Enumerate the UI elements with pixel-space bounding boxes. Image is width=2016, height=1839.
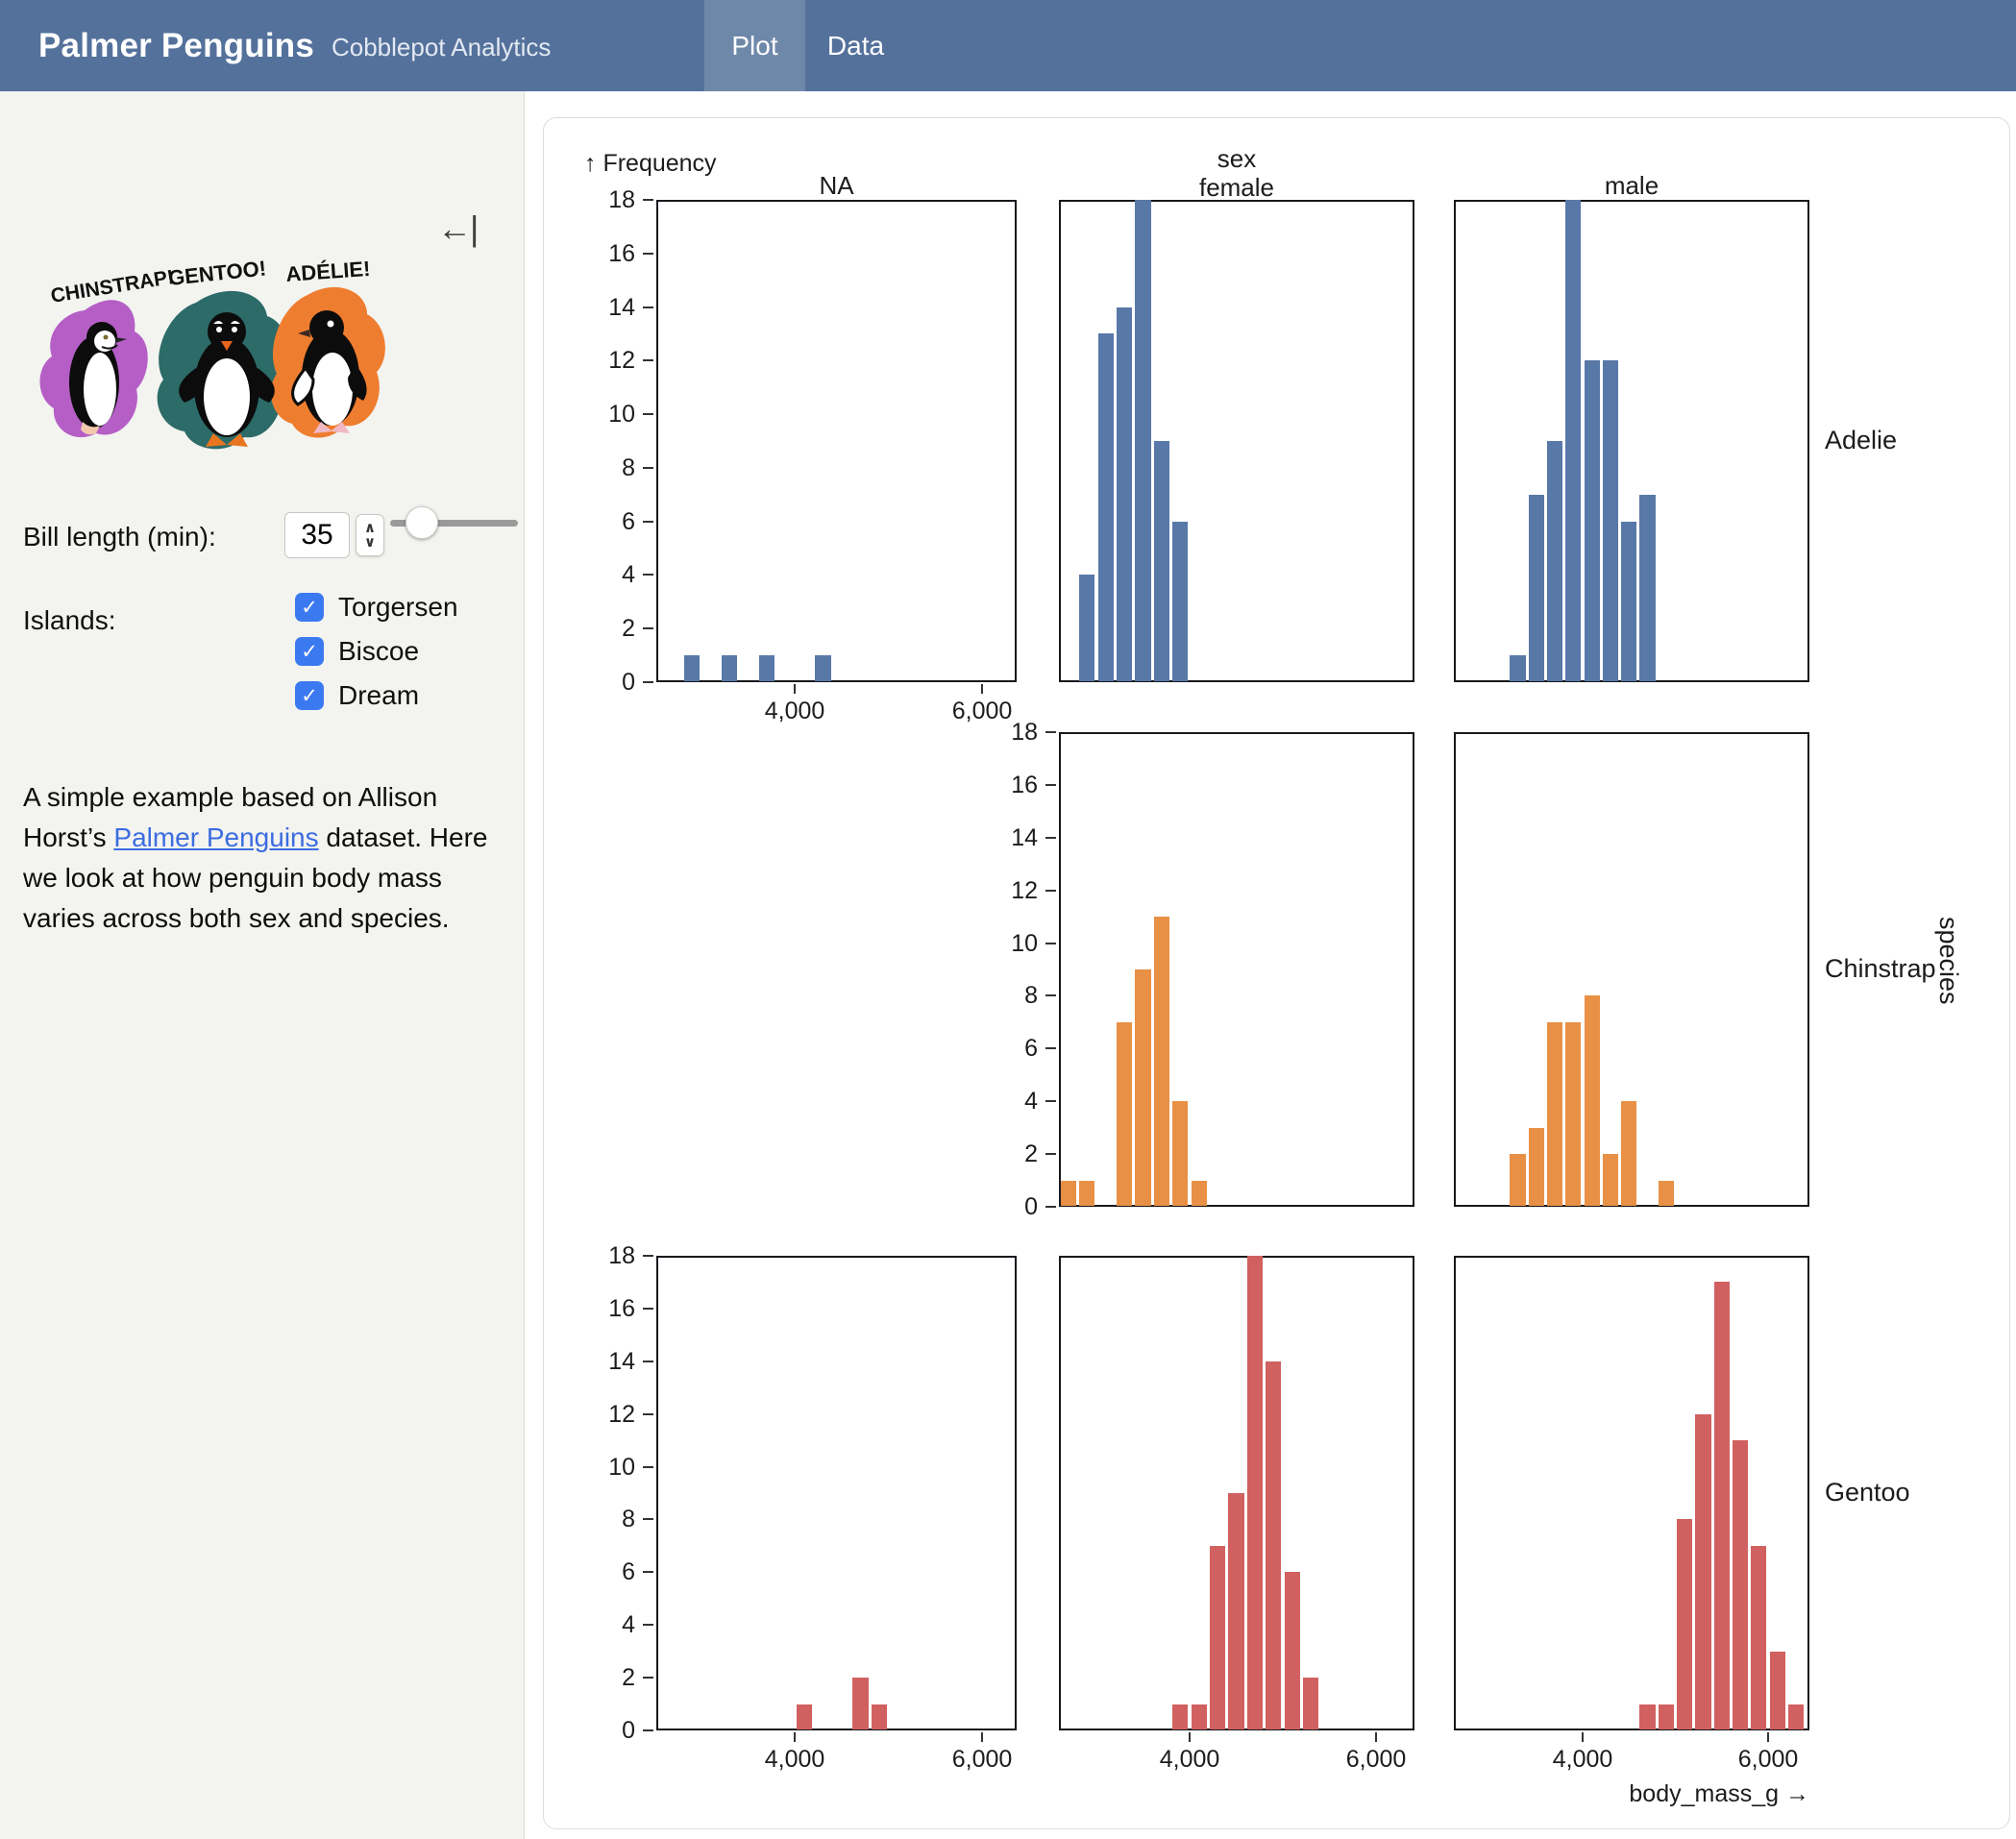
checkbox-biscoe[interactable]: ✓ Biscoe [295,636,458,667]
nav-tabs: Plot Data [704,0,906,91]
checkbox-checked-icon[interactable]: ✓ [295,637,324,666]
palmer-penguins-link[interactable]: Palmer Penguins [113,822,318,852]
bill-length-label: Bill length (min): [23,522,216,552]
checkbox-dream[interactable]: ✓ Dream [295,680,458,711]
bill-length-slider[interactable] [390,520,518,527]
checkbox-checked-icon[interactable]: ✓ [295,681,324,710]
checkbox-label: Biscoe [338,636,419,667]
plot-card [543,117,2010,1829]
checkbox-checked-icon[interactable]: ✓ [295,593,324,622]
app-title: Palmer Penguins [38,27,314,65]
sidebar-collapse-icon[interactable]: ←| [437,208,477,249]
bill-length-input[interactable] [284,512,350,558]
stepper-up-icon[interactable]: ∧ [364,521,376,535]
penguins-artwork: CHINSTRAP! GENTOO! ADÉLIE! [25,253,395,483]
app-subtitle: Cobblepot Analytics [332,33,551,62]
checkbox-label: Torgersen [338,592,458,623]
stepper-down-icon[interactable]: ∨ [364,535,376,550]
islands-label: Islands: [23,605,116,636]
bill-length-stepper[interactable]: ∧ ∨ [356,514,384,556]
islands-control: Islands: ✓ Torgersen ✓ Biscoe ✓ Dream [23,605,504,636]
artwork-label-adelie: ADÉLIE! [285,257,372,286]
checkbox-label: Dream [338,680,419,711]
slider-knob[interactable] [406,506,438,539]
description-text: A simple example based on Allison Horst’… [23,777,494,939]
artwork-label-gentoo: GENTOO! [167,256,267,290]
tab-plot[interactable]: Plot [704,0,805,91]
sidebar: ←| [0,91,525,1839]
islands-checkbox-group: ✓ Torgersen ✓ Biscoe ✓ Dream [295,592,458,711]
navbar: Palmer Penguins Cobblepot Analytics Plot… [0,0,2016,91]
bill-length-control: Bill length (min): ∧ ∨ [23,522,504,552]
checkbox-torgersen[interactable]: ✓ Torgersen [295,592,458,623]
tab-data[interactable]: Data [805,0,906,91]
